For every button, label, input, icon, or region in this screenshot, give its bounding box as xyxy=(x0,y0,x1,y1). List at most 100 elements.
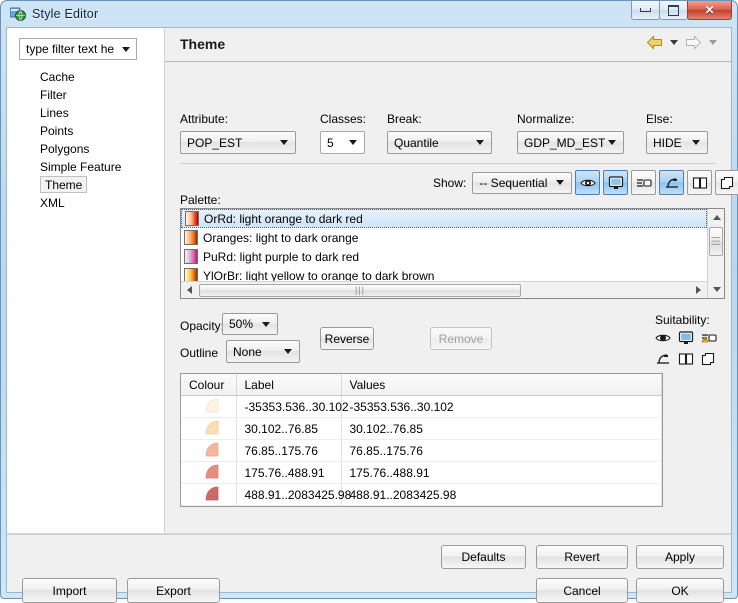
photocopy-icon xyxy=(636,178,652,187)
navigation-arrows xyxy=(646,35,721,50)
opacity-select[interactable]: 50% xyxy=(222,313,278,335)
show-row: Show: -- Sequential xyxy=(433,170,738,195)
column-header-label[interactable]: Label xyxy=(236,374,342,396)
vertical-scroll-thumb[interactable]: ||| xyxy=(709,227,723,256)
normalize-label: Normalize: xyxy=(517,112,575,126)
row-colour-swatch[interactable] xyxy=(181,483,237,506)
scroll-left-arrow-icon[interactable] xyxy=(181,281,198,298)
palette-swatch xyxy=(185,211,199,226)
row-colour-swatch[interactable] xyxy=(181,395,237,418)
sidebar-item-theme[interactable]: Theme xyxy=(40,176,88,193)
attribute-select[interactable]: POP_EST xyxy=(180,131,296,154)
theme-rules-table: Colour Label Values -35353.536..30.102 -… xyxy=(180,373,663,507)
apply-button[interactable]: Apply xyxy=(636,545,724,569)
back-dropdown-icon[interactable] xyxy=(670,40,678,45)
projector-icon xyxy=(655,352,671,369)
classes-value: 5 xyxy=(327,135,334,150)
table-row-empty xyxy=(181,505,662,506)
maximize-button[interactable] xyxy=(659,1,688,20)
sidebar-item-cache[interactable]: Cache xyxy=(7,68,164,86)
palette-horizontal-scrollbar[interactable]: ||| xyxy=(181,281,707,298)
else-select[interactable]: HIDE xyxy=(646,131,708,154)
show-value: -- Sequential xyxy=(479,175,548,190)
row-colour-swatch[interactable] xyxy=(181,461,237,484)
revert-button[interactable]: Revert xyxy=(536,545,628,569)
opacity-value: 50% xyxy=(229,317,254,331)
palette-swatch xyxy=(184,230,198,245)
row-label: 488.91..2083425.98 xyxy=(236,483,351,506)
export-button[interactable]: Export xyxy=(127,578,220,603)
copy-toggle-button[interactable] xyxy=(715,170,738,195)
maximize-icon xyxy=(668,4,679,16)
classes-select[interactable]: 5 xyxy=(320,131,365,154)
table-row[interactable]: -35353.536..30.102 -35353.536..30.102 xyxy=(181,395,662,418)
outline-value: None xyxy=(233,344,262,359)
horizontal-scroll-thumb[interactable]: ||| xyxy=(199,283,521,297)
chevron-down-icon xyxy=(284,349,292,354)
palette-item-label: PuRd: light purple to dark red xyxy=(203,249,360,264)
sidebar-item-filter[interactable]: Filter xyxy=(7,86,164,104)
palette-item-oranges[interactable]: Oranges: light to dark orange xyxy=(181,228,707,247)
normalize-value: GDP_MD_EST xyxy=(524,135,606,150)
attribute-label: Attribute: xyxy=(180,112,229,126)
show-select[interactable]: -- Sequential xyxy=(472,171,573,194)
colourblind-icon xyxy=(580,179,596,186)
reverse-button[interactable]: Reverse xyxy=(320,327,374,350)
sidebar-item-polygons[interactable]: Polygons xyxy=(7,140,164,158)
chevron-down-icon xyxy=(556,180,565,185)
table-header-row: Colour Label Values xyxy=(181,374,662,396)
lcd-screen-toggle-button[interactable] xyxy=(603,170,629,195)
attribute-field: Attribute: POP_EST xyxy=(180,112,296,154)
column-header-values[interactable]: Values xyxy=(341,374,662,396)
row-label: -35353.536..30.102 xyxy=(236,395,349,418)
suitability-icons xyxy=(655,331,717,369)
suitability-label: Suitability: xyxy=(655,313,710,327)
colourblind-toggle-button[interactable] xyxy=(575,170,601,195)
defaults-button[interactable]: Defaults xyxy=(441,545,526,569)
palette-item-purd[interactable]: PuRd: light purple to dark red xyxy=(181,247,707,266)
cancel-button[interactable]: Cancel xyxy=(536,578,628,603)
rules-grid: Colour Label Values -35353.536..30.102 -… xyxy=(181,374,662,506)
table-row[interactable]: 488.91..2083425.98 488.91..2083425.98 xyxy=(181,483,662,506)
forward-dropdown-icon xyxy=(709,40,717,45)
row-colour-swatch[interactable] xyxy=(181,417,237,440)
minimize-button[interactable] xyxy=(631,1,660,20)
footer-divider xyxy=(7,534,731,535)
row-label: 30.102..76.85 xyxy=(236,417,342,440)
ok-button[interactable]: OK xyxy=(636,578,724,603)
normalize-select[interactable]: GDP_MD_EST xyxy=(517,131,624,154)
palette-list: OrRd: light orange to dark red Oranges: … xyxy=(180,208,725,299)
classes-label: Classes: xyxy=(320,112,367,126)
sidebar-item-points[interactable]: Points xyxy=(7,122,164,140)
import-button[interactable]: Import xyxy=(22,578,117,603)
column-header-colour[interactable]: Colour xyxy=(181,374,237,396)
print-toggle-button[interactable] xyxy=(687,170,713,195)
classes-field: Classes: 5 xyxy=(320,112,366,154)
filter-input[interactable]: type filter text he xyxy=(19,38,137,60)
sidebar-item-lines[interactable]: Lines xyxy=(7,104,164,122)
row-colour-swatch[interactable] xyxy=(181,439,237,462)
back-arrow-icon[interactable] xyxy=(646,35,663,50)
chevron-down-icon xyxy=(608,140,616,145)
row-label: 76.85..175.76 xyxy=(236,439,342,462)
show-label: Show: xyxy=(433,175,467,190)
outline-select[interactable]: None xyxy=(226,340,300,363)
form-divider xyxy=(180,163,716,164)
close-button[interactable]: ✕ xyxy=(687,1,732,20)
scroll-right-arrow-icon[interactable] xyxy=(690,281,707,298)
projector-toggle-button[interactable] xyxy=(659,170,685,195)
break-label: Break: xyxy=(387,112,422,126)
table-row[interactable]: 30.102..76.85 30.102..76.85 xyxy=(181,417,662,440)
table-row[interactable]: 175.76..488.91 175.76..488.91 xyxy=(181,461,662,484)
break-select[interactable]: Quantile xyxy=(387,131,492,154)
sidebar-item-xml[interactable]: XML xyxy=(7,194,164,212)
photocopy-toggle-button[interactable] xyxy=(631,170,657,195)
scroll-up-arrow-icon[interactable] xyxy=(708,209,724,226)
sidebar-item-simple-feature[interactable]: Simple Feature xyxy=(7,158,164,176)
forward-arrow-icon xyxy=(685,35,702,50)
scroll-down-arrow-icon[interactable] xyxy=(708,281,724,298)
table-row[interactable]: 76.85..175.76 76.85..175.76 xyxy=(181,439,662,462)
break-field: Break: Quantile xyxy=(387,112,492,154)
palette-item-orrd[interactable]: OrRd: light orange to dark red xyxy=(181,209,707,228)
palette-vertical-scrollbar[interactable]: ||| xyxy=(707,209,724,298)
